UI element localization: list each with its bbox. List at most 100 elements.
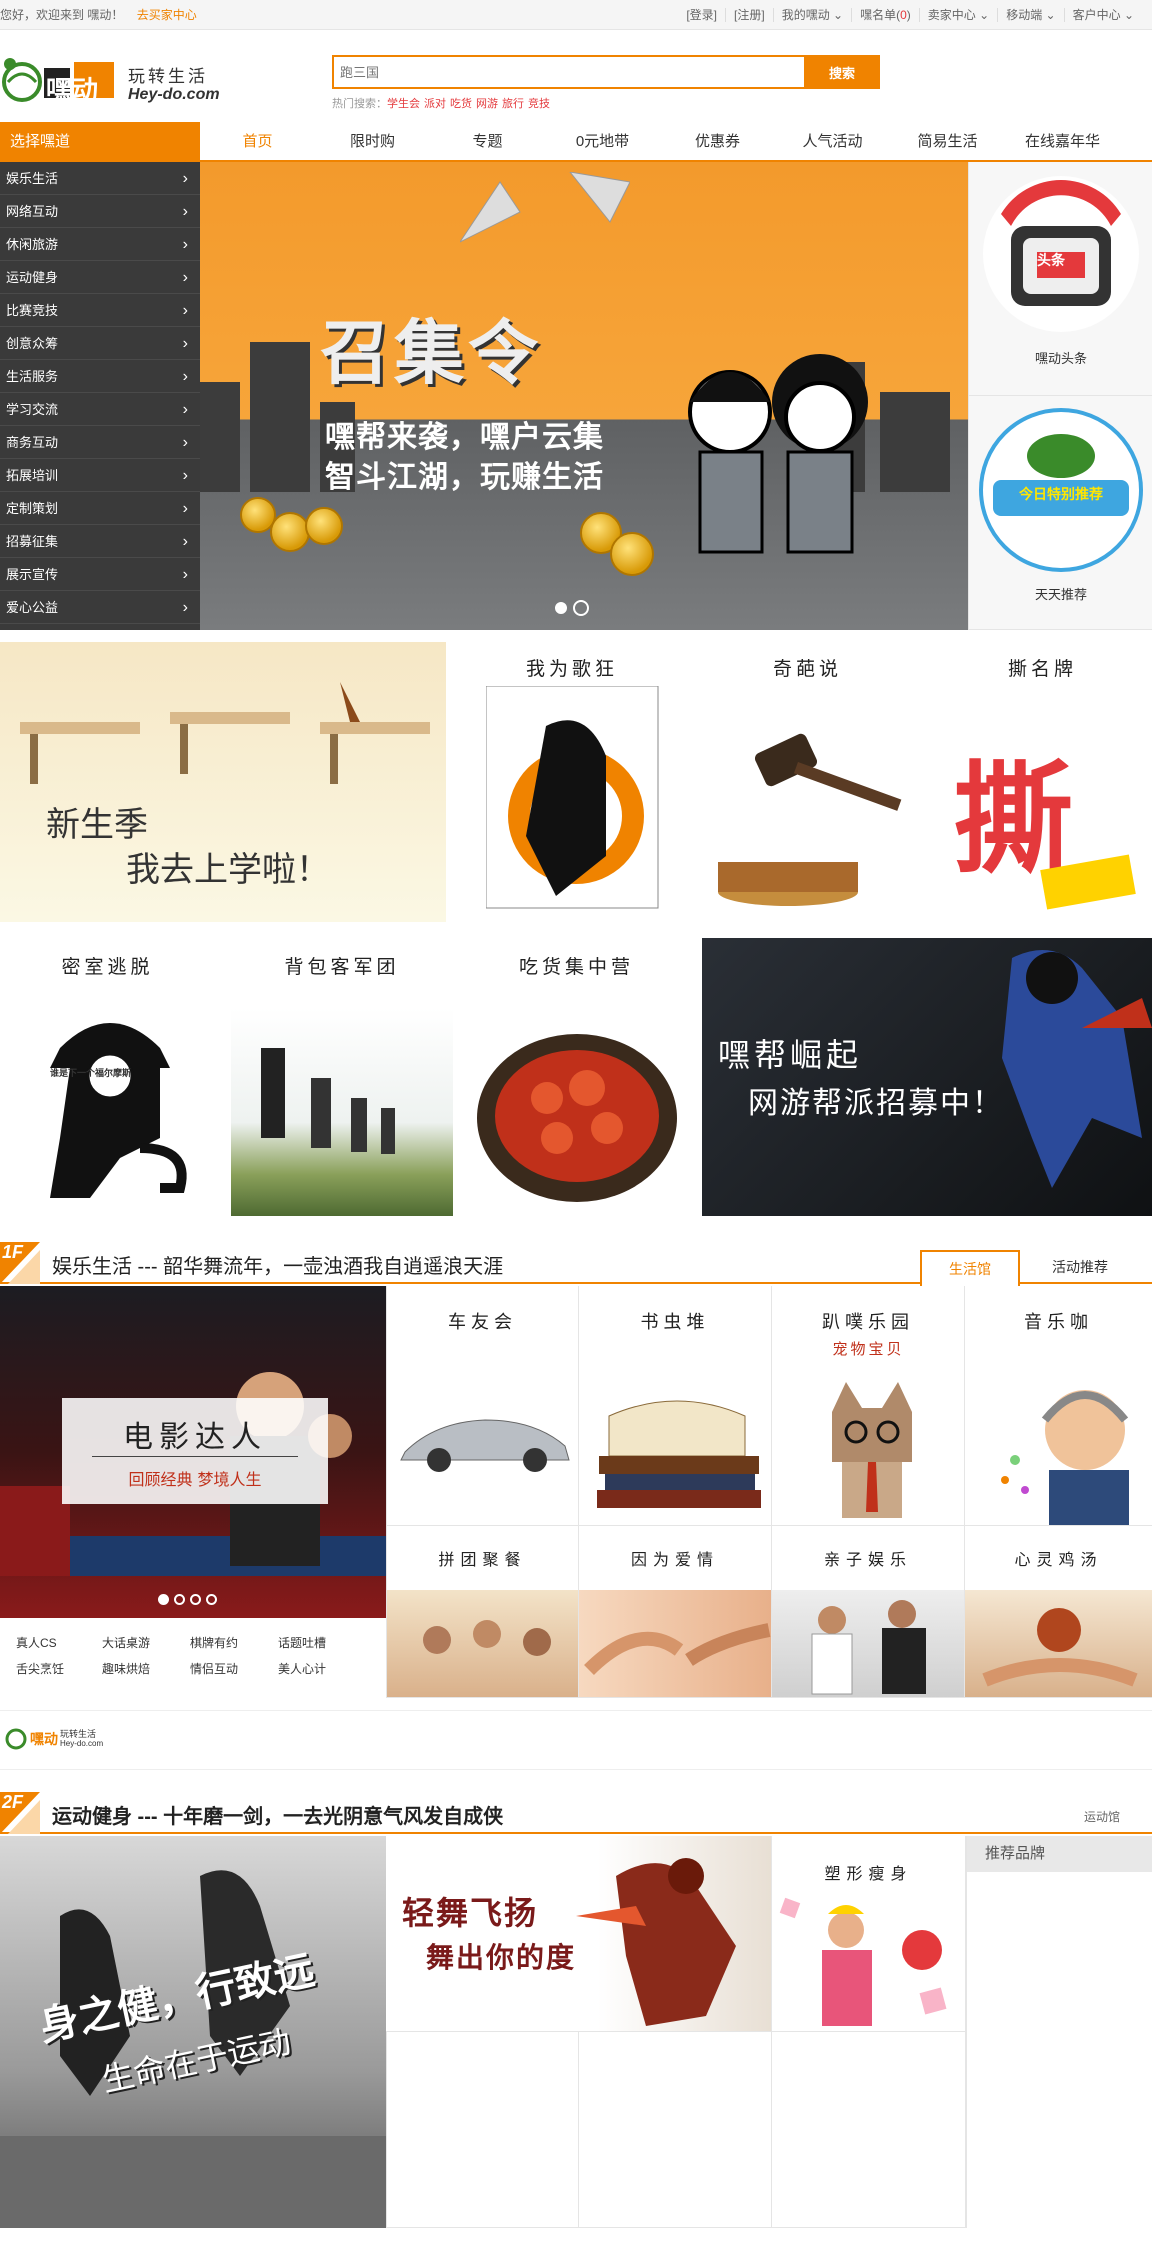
nav-item-carnival[interactable]: 在线嘉年华 (1005, 122, 1120, 162)
headline-promo[interactable]: 头条 嘿动头条 (969, 162, 1152, 396)
quick-link[interactable]: 趣味烘焙 (102, 1660, 150, 1677)
grid-family-fun[interactable]: 亲子娱乐 (772, 1526, 965, 1698)
feature-tile-backpacker[interactable]: 背包客军团 (231, 938, 453, 1216)
quick-link[interactable]: 情侣互动 (190, 1660, 238, 1677)
quick-link[interactable]: 话题吐槽 (278, 1634, 326, 1651)
coin-icon (305, 507, 343, 545)
my-heidong-link[interactable]: 我的嘿动 ⌄ (772, 8, 851, 22)
nav-item-coupons[interactable]: 优惠券 (660, 122, 775, 162)
grid-bookworm[interactable]: 书虫堆 (579, 1286, 772, 1526)
search-button[interactable]: 搜索 (804, 55, 880, 89)
sidebar-item[interactable]: 娱乐生活 › (0, 162, 200, 195)
feature-tile-foodie[interactable]: 吃货集中营 (467, 938, 686, 1216)
sports-hero-banner[interactable]: 身之健，行致远 生命在于运动 (0, 1836, 386, 2228)
sidebar-item[interactable]: 休闲旅游 › (0, 228, 200, 261)
quick-link[interactable]: 美人心计 (278, 1660, 326, 1677)
flower-hand-icon (982, 1608, 1138, 1687)
login-link[interactable]: [登录] (678, 8, 725, 22)
tab-activity-recommend[interactable]: 活动推荐 (1030, 1250, 1130, 1286)
sidebar-item-label: 创意众筹 (6, 336, 59, 351)
nav-item-topics[interactable]: 专题 (430, 122, 545, 162)
carousel-dot[interactable] (206, 1594, 217, 1605)
category-menu-header[interactable]: 选择嘿道 (0, 122, 200, 162)
carousel-dot[interactable] (555, 602, 567, 614)
sidebar-item[interactable]: 生活服务 › (0, 360, 200, 393)
sidebar-item[interactable]: 爱心公益 › (0, 591, 200, 624)
seller-center-link[interactable]: 卖家中心 ⌄ (918, 8, 997, 22)
carousel-dot[interactable] (174, 1594, 185, 1605)
sidebar-item[interactable]: 商务互动 › (0, 426, 200, 459)
tab-sports-hall[interactable]: 运动馆 (1052, 1800, 1152, 1836)
sidebar-item[interactable]: 比赛竞技 › (0, 294, 200, 327)
chevron-right-icon: › (182, 368, 188, 385)
watchlist-link[interactable]: 嘿名单(0) (851, 8, 919, 22)
sidebar-item[interactable]: 定制策划 › (0, 492, 200, 525)
boxing-woman-icon (779, 1897, 947, 2026)
brand-ad-strip[interactable]: 嘿动 玩转生活 Hey-do.com (0, 1710, 1152, 1770)
nav-item-flash-sale[interactable]: 限时购 (315, 122, 430, 162)
service-link[interactable]: 客户中心 ⌄ (1063, 8, 1142, 22)
sidebar-item-label: 拓展培训 (6, 468, 59, 483)
sidebar-item[interactable]: 拓展培训 › (0, 459, 200, 492)
tile-title: 我为歌狂 (525, 658, 618, 680)
feature-tile-escape-room[interactable]: 密室逃脱 谁是下一个福尔摩斯 (0, 938, 215, 1216)
mobile-link[interactable]: 移动端 ⌄ (997, 8, 1063, 22)
feature-tile-name-tag[interactable]: 撕名牌 撕 (933, 642, 1152, 922)
quick-link[interactable]: 舌尖烹饪 (16, 1660, 64, 1677)
nav-item-popular[interactable]: 人气活动 (775, 122, 890, 162)
nav-item-easy-life[interactable]: 简易生活 (890, 122, 1005, 162)
search-input[interactable] (334, 57, 806, 87)
grid-romance[interactable]: 因为爱情 (579, 1526, 772, 1698)
gang-recruit-tile[interactable]: 嘿帮崛起 网游帮派招募中！ (702, 938, 1152, 1216)
hot-word[interactable]: 派对 (424, 98, 446, 110)
grid-slim-fit[interactable]: 塑形瘦身 (772, 1836, 966, 2032)
quick-link[interactable]: 棋牌有约 (190, 1634, 238, 1651)
top-links: [登录] [注册] 我的嘿动 ⌄ 嘿名单(0) 卖家中心 ⌄ 移动端 ⌄ 客户中… (678, 0, 1142, 22)
carousel-dot-active[interactable] (573, 600, 589, 616)
quick-link[interactable]: 真人CS (16, 1634, 57, 1651)
chevron-right-icon: › (182, 170, 188, 187)
hot-word[interactable]: 学生会 (387, 98, 420, 110)
people-icon (423, 1620, 551, 1656)
nav-item-home[interactable]: 首页 (200, 122, 315, 162)
sidebar-item[interactable]: 学习交流 › (0, 393, 200, 426)
hot-word[interactable]: 网游 (476, 98, 498, 110)
feature-tile-singing[interactable]: 我为歌狂 (462, 642, 682, 922)
grid-title: 心灵鸡汤 (1014, 1550, 1103, 1569)
headline-badge: 头条 (1037, 252, 1065, 268)
tile-title: 背包客军团 (284, 956, 400, 978)
movie-banner[interactable]: 电影达人 回顾经典 梦境人生 (0, 1286, 386, 1618)
daily-recommend-promo[interactable]: 今日特别推荐 天天推荐 (969, 396, 1152, 630)
hot-word[interactable]: 竞技 (528, 98, 550, 110)
feature-tile-debate[interactable]: 奇葩说 (698, 642, 917, 922)
school-season-tile[interactable]: 新生季 我去上学啦！ (0, 642, 446, 922)
sidebar-item[interactable]: 展示宣传 › (0, 558, 200, 591)
sidebar-item[interactable]: 网络互动 › (0, 195, 200, 228)
tab-life-hall[interactable]: 生活馆 (920, 1250, 1020, 1286)
sidebar-item[interactable]: 创意众筹 › (0, 327, 200, 360)
register-link[interactable]: [注册] (725, 8, 773, 22)
carousel-dot-active[interactable] (158, 1594, 169, 1605)
dance-banner[interactable]: 轻舞飞扬 舞出你的度 (386, 1836, 772, 2032)
hot-word[interactable]: 旅行 (502, 98, 524, 110)
grid-chicken-soup[interactable]: 心灵鸡汤 (965, 1526, 1152, 1698)
grid-group-dinner[interactable]: 拼团聚餐 (386, 1526, 579, 1698)
sidebar-item[interactable]: 运动健身 › (0, 261, 200, 294)
grid-car-club[interactable]: 车友会 (386, 1286, 579, 1526)
sidebar-item[interactable]: 招募征集 › (0, 525, 200, 558)
site-logo[interactable]: 嘿动 玩转生活 Hey-do.com (0, 48, 250, 110)
nav-item-free-zone[interactable]: 0元地带 (545, 122, 660, 162)
hero-banner[interactable]: 召集令 嘿帮来袭，嘿户云集 智斗江湖，玩赚生活 (200, 162, 968, 630)
hot-word[interactable]: 吃货 (450, 98, 472, 110)
carousel-dot[interactable] (190, 1594, 201, 1605)
grid-pet-park[interactable]: 趴噗乐园 宠物宝贝 (772, 1286, 965, 1526)
welcome-message: 您好，欢迎来到 嘿动！ (0, 8, 124, 22)
quick-link[interactable]: 大话桌游 (102, 1634, 150, 1651)
grid-title: 音乐咖 (1024, 1312, 1093, 1333)
dance-line1: 轻舞飞扬 (402, 1894, 539, 1932)
right-promos: 头条 嘿动头条 今日特别推荐 天天推荐 (968, 162, 1152, 630)
seller-label: 卖家中心 (927, 8, 976, 22)
buyer-center-link[interactable]: 去买家中心 (137, 8, 197, 22)
chevron-right-icon: › (182, 203, 188, 220)
grid-music-cafe[interactable]: 音乐咖 (965, 1286, 1152, 1526)
